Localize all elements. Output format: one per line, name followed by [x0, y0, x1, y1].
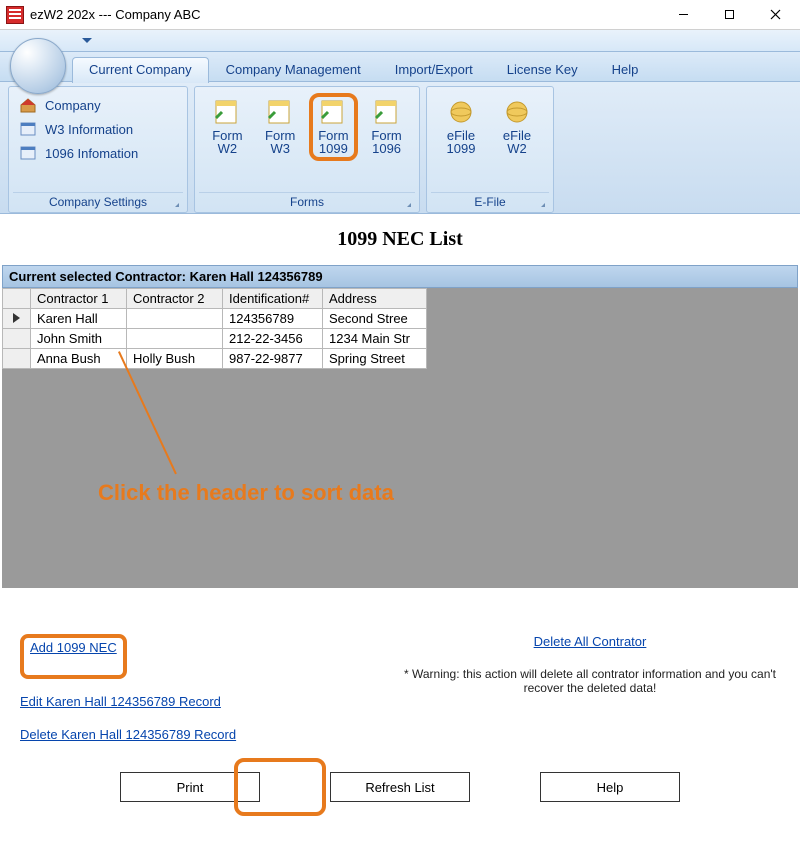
col-header-contractor1[interactable]: Contractor 1: [31, 289, 127, 309]
cell-address[interactable]: Second Stree: [323, 309, 427, 329]
links-area: Add 1099 NEC Edit Karen Hall 124356789 R…: [0, 626, 800, 760]
ribbon-body: Company W3 Information 1096 Infomation C…: [0, 82, 800, 214]
quick-access-dropdown[interactable]: [80, 36, 94, 46]
group-forms: Form W2 Form W3 Form 1099 Form 1096: [194, 86, 420, 213]
cell-contractor2[interactable]: [127, 329, 223, 349]
titlebar: ezW2 202x --- Company ABC: [0, 0, 800, 30]
form-w2-label: Form W2: [212, 129, 242, 155]
col-header-identification[interactable]: Identification#: [223, 289, 323, 309]
house-icon: [19, 97, 37, 113]
grid-corner[interactable]: [3, 289, 31, 309]
col-header-address[interactable]: Address: [323, 289, 427, 309]
row-indicator: [3, 329, 31, 349]
cell-identification[interactable]: 124356789: [223, 309, 323, 329]
delete-all-link[interactable]: Delete All Contrator: [534, 634, 647, 649]
form-w3-button[interactable]: Form W3: [256, 93, 305, 155]
cell-contractor2[interactable]: [127, 309, 223, 329]
form-icon: [317, 97, 349, 127]
w3-info-label: W3 Information: [45, 122, 133, 137]
app-icon: [6, 6, 24, 24]
sheet-icon: [19, 145, 37, 161]
cell-address[interactable]: Spring Street: [323, 349, 427, 369]
close-button[interactable]: [752, 0, 798, 30]
refresh-button[interactable]: Refresh List: [330, 772, 470, 802]
tab-current-company[interactable]: Current Company: [72, 57, 209, 83]
delete-warning: * Warning: this action will delete all c…: [400, 667, 780, 695]
add-1099-link[interactable]: Add 1099 NEC: [30, 640, 117, 655]
form-w2-button[interactable]: Form W2: [203, 93, 252, 155]
group-efile: eFile 1099 eFile W2 E-File: [426, 86, 554, 213]
company-item[interactable]: Company: [17, 93, 179, 117]
1096-info-label: 1096 Infomation: [45, 146, 138, 161]
group-company-settings: Company W3 Information 1096 Infomation C…: [8, 86, 188, 213]
annotation-text: Click the header to sort data: [98, 480, 394, 506]
quick-access-bar: [0, 30, 800, 52]
help-button[interactable]: Help: [540, 772, 680, 802]
efile-1099-label: eFile 1099: [447, 129, 476, 155]
delete-record-link[interactable]: Delete Karen Hall 124356789 Record: [20, 727, 236, 742]
data-grid[interactable]: Contractor 1 Contractor 2 Identification…: [2, 288, 798, 588]
form-w3-label: Form W3: [265, 129, 295, 155]
group-title-company-settings: Company Settings: [13, 192, 183, 212]
group-title-efile: E-File: [431, 192, 549, 212]
1096-info-item[interactable]: 1096 Infomation: [17, 141, 179, 165]
form-icon: [211, 97, 243, 127]
dialog-launcher-icon[interactable]: [401, 197, 413, 209]
efile-w2-button[interactable]: eFile W2: [491, 93, 543, 155]
group-title-forms: Forms: [199, 192, 415, 212]
globe-icon: [501, 97, 533, 127]
selected-contractor-bar: Current selected Contractor: Karen Hall …: [2, 265, 798, 288]
row-indicator: [3, 309, 31, 329]
cell-identification[interactable]: 987-22-9877: [223, 349, 323, 369]
form-1096-label: Form 1096: [371, 129, 401, 155]
window-title: ezW2 202x --- Company ABC: [30, 7, 201, 22]
col-header-contractor2[interactable]: Contractor 2: [127, 289, 223, 309]
form-1099-button[interactable]: Form 1099: [309, 93, 359, 161]
tab-company-management[interactable]: Company Management: [209, 57, 378, 83]
cell-identification[interactable]: 212-22-3456: [223, 329, 323, 349]
form-1096-button[interactable]: Form 1096: [362, 93, 411, 155]
form-icon: [264, 97, 296, 127]
row-indicator: [3, 349, 31, 369]
sheet-icon: [19, 121, 37, 137]
app-menu-orb[interactable]: [10, 38, 66, 94]
cell-contractor2[interactable]: Holly Bush: [127, 349, 223, 369]
cell-contractor1[interactable]: Anna Bush: [31, 349, 127, 369]
table-row[interactable]: Anna Bush Holly Bush 987-22-9877 Spring …: [3, 349, 427, 369]
table-row[interactable]: John Smith 212-22-3456 1234 Main Str: [3, 329, 427, 349]
edit-record-link[interactable]: Edit Karen Hall 124356789 Record: [20, 694, 221, 709]
maximize-button[interactable]: [706, 0, 752, 30]
tab-help[interactable]: Help: [595, 57, 656, 83]
w3-info-item[interactable]: W3 Information: [17, 117, 179, 141]
print-button[interactable]: Print: [120, 772, 260, 802]
company-label: Company: [45, 98, 101, 113]
cell-contractor1[interactable]: John Smith: [31, 329, 127, 349]
efile-1099-button[interactable]: eFile 1099: [435, 93, 487, 155]
table-row[interactable]: Karen Hall 124356789 Second Stree: [3, 309, 427, 329]
form-1099-label: Form 1099: [318, 129, 348, 155]
globe-icon: [445, 97, 477, 127]
current-row-icon: [13, 313, 20, 323]
form-icon: [371, 97, 403, 127]
cell-address[interactable]: 1234 Main Str: [323, 329, 427, 349]
dialog-launcher-icon[interactable]: [535, 197, 547, 209]
page-title: 1099 NEC List: [0, 214, 800, 265]
dialog-launcher-icon[interactable]: [169, 197, 181, 209]
tab-import-export[interactable]: Import/Export: [378, 57, 490, 83]
minimize-button[interactable]: [660, 0, 706, 30]
cell-contractor1[interactable]: Karen Hall: [31, 309, 127, 329]
tab-license-key[interactable]: License Key: [490, 57, 595, 83]
button-bar: Print Refresh List Help: [0, 772, 800, 802]
ribbon-tabs: Current Company Company Management Impor…: [0, 52, 800, 82]
efile-w2-label: eFile W2: [503, 129, 531, 155]
